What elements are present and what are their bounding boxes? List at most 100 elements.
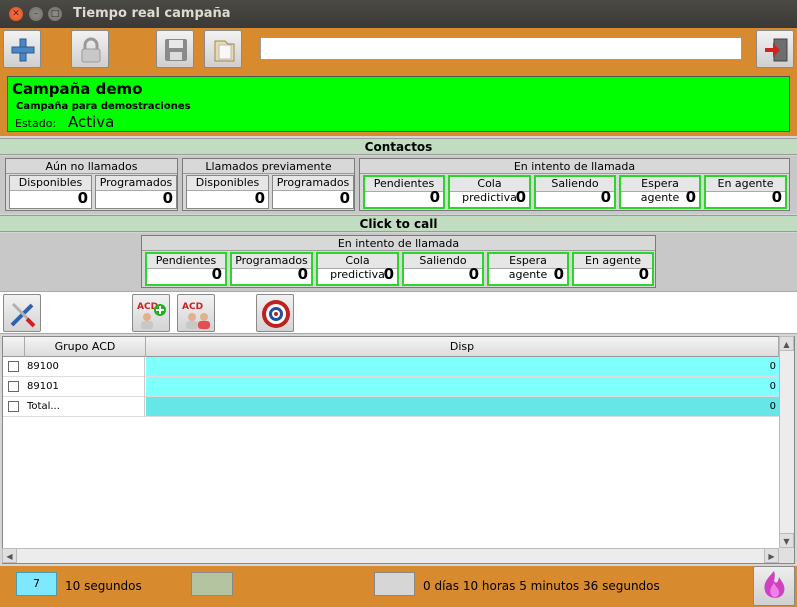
stat-value: 0 <box>383 265 394 283</box>
stat-cell: Espera agente 0 <box>619 175 701 209</box>
scroll-left-arrow-icon[interactable]: ◀ <box>2 548 17 563</box>
stat-cell: Cola predictiva 0 <box>448 175 531 209</box>
header-checkbox-column <box>3 337 25 357</box>
group-title: En intento de llamada <box>360 159 789 174</box>
stat-value: 0 <box>162 189 173 207</box>
stat-value: 0 <box>553 265 564 283</box>
status-bar: 7 10 segundos 0 días 10 horas 5 minutos … <box>0 566 797 607</box>
lock-button[interactable] <box>71 30 109 68</box>
row-disp-value: 0 <box>146 357 779 376</box>
window-titlebar: ✕ – □ Tiempo real campaña <box>0 0 797 28</box>
status-indicator-box <box>191 572 233 596</box>
acd-agents-icon: ACD <box>182 302 210 329</box>
save-button[interactable] <box>156 30 194 68</box>
ctc-en-intento-group: En intento de llamada Pendientes 0 Progr… <box>141 235 656 288</box>
refresh-interval-field[interactable]: 7 <box>16 572 57 596</box>
acd-group-table: Grupo ACD Disp 89100 0 89101 0 Total... … <box>2 336 795 564</box>
aun-no-llamados-group: Aún no llamados Disponibles 0 Programado… <box>5 158 178 211</box>
column-header-disp[interactable]: Disp <box>146 337 779 357</box>
acd-add-agent-icon: ACD <box>137 302 166 329</box>
group-title: En intento de llamada <box>142 236 655 251</box>
stat-value: 0 <box>600 188 611 206</box>
stat-value: 0 <box>297 265 308 283</box>
stat-cell: Programados 0 <box>95 175 177 209</box>
target-button[interactable] <box>256 294 294 332</box>
exit-button[interactable] <box>756 30 794 68</box>
table-row[interactable]: 89101 0 <box>3 377 779 397</box>
window-title: Tiempo real campaña <box>73 6 231 21</box>
row-checkbox[interactable] <box>8 381 19 392</box>
stat-cell: Disponibles 0 <box>9 175 92 209</box>
stat-value: 0 <box>468 265 479 283</box>
stat-cell: Programados 0 <box>272 175 354 209</box>
search-input[interactable] <box>260 37 742 60</box>
elapsed-time: 0 días 10 horas 5 minutos 36 segundos <box>423 579 660 593</box>
add-acd-agent-button[interactable]: ACD <box>132 294 170 332</box>
stat-value: 0 <box>638 265 649 283</box>
en-intento-group: En intento de llamada Pendientes 0 Cola … <box>359 158 790 211</box>
floppy-disk-icon <box>165 39 187 61</box>
exit-door-icon <box>765 38 788 62</box>
horizontal-scrollbar[interactable]: ◀ ▶ <box>2 548 779 563</box>
stat-value: 0 <box>429 188 440 206</box>
stat-cell: Pendientes 0 <box>363 175 445 209</box>
column-header-grupo-acd[interactable]: Grupo ACD <box>25 337 146 357</box>
stat-cell: Disponibles 0 <box>186 175 269 209</box>
stat-cell: En agente 0 <box>572 252 654 286</box>
lock-icon <box>81 37 101 63</box>
table-header: Grupo ACD Disp <box>3 337 779 357</box>
refresh-interval-label: 10 segundos <box>65 579 142 593</box>
table-row-total[interactable]: Total... 0 <box>3 397 779 417</box>
window-minimize-button[interactable]: – <box>29 7 43 21</box>
target-icon <box>262 300 290 328</box>
stat-value: 0 <box>685 188 696 206</box>
window-maximize-button[interactable]: □ <box>48 7 62 21</box>
stat-cell: Saliendo 0 <box>534 175 616 209</box>
stat-cell: Espera agente 0 <box>487 252 569 286</box>
main-toolbar <box>0 28 797 72</box>
agent-toolbar: ACD ACD <box>0 291 797 334</box>
scroll-up-arrow-icon[interactable]: ▲ <box>779 336 794 351</box>
row-group-name: 89101 <box>25 377 145 397</box>
contactos-body: Aún no llamados Disponibles 0 Programado… <box>0 156 797 214</box>
stat-value: 0 <box>211 265 222 283</box>
stat-cell: Cola predictiva 0 <box>316 252 399 286</box>
row-checkbox[interactable] <box>8 361 19 372</box>
add-button[interactable] <box>3 30 41 68</box>
click-to-call-body: En intento de llamada Pendientes 0 Progr… <box>0 233 797 291</box>
svg-text:ACD: ACD <box>182 302 203 312</box>
stat-value: 0 <box>254 189 265 207</box>
folder-icon <box>214 40 235 62</box>
llamados-previamente-group: Llamados previamente Disponibles 0 Progr… <box>182 158 355 211</box>
table-row[interactable]: 89100 0 <box>3 357 779 377</box>
open-button[interactable] <box>204 30 242 68</box>
tools-button[interactable] <box>3 294 41 332</box>
row-disp-value: 0 <box>146 397 779 416</box>
group-title: Aún no llamados <box>6 159 177 174</box>
status-indicator-box-2 <box>374 572 415 596</box>
row-checkbox[interactable] <box>8 401 19 412</box>
stat-cell: Programados 0 <box>230 252 313 286</box>
stat-cell: En agente 0 <box>704 175 787 209</box>
campaign-status-label: Estado: <box>15 117 57 130</box>
stat-cell: Saliendo 0 <box>402 252 484 286</box>
campaign-description: Campaña para demostraciones <box>16 101 191 112</box>
scroll-right-arrow-icon[interactable]: ▶ <box>764 548 779 563</box>
click-to-call-header: Click to call <box>0 215 797 232</box>
campaign-status-value: Activa <box>68 113 115 131</box>
vertical-scrollbar[interactable]: ▲ ▼ <box>779 336 794 548</box>
stat-cell: Pendientes 0 <box>145 252 227 286</box>
stat-value: 0 <box>771 188 782 206</box>
flame-icon <box>764 571 785 598</box>
group-title: Llamados previamente <box>183 159 354 174</box>
acd-agents-button[interactable]: ACD <box>177 294 215 332</box>
stat-value: 0 <box>77 189 88 207</box>
tools-icon <box>10 302 36 328</box>
scroll-down-arrow-icon[interactable]: ▼ <box>779 533 794 548</box>
row-group-name: 89100 <box>25 357 145 377</box>
window-close-button[interactable]: ✕ <box>9 7 23 21</box>
campaign-panel: Campaña demo Campaña para demostraciones… <box>7 76 790 132</box>
scrollbar-corner <box>779 548 794 563</box>
campaign-header: Campaña demo Campaña para demostraciones… <box>0 72 797 136</box>
activity-button[interactable] <box>753 566 795 606</box>
